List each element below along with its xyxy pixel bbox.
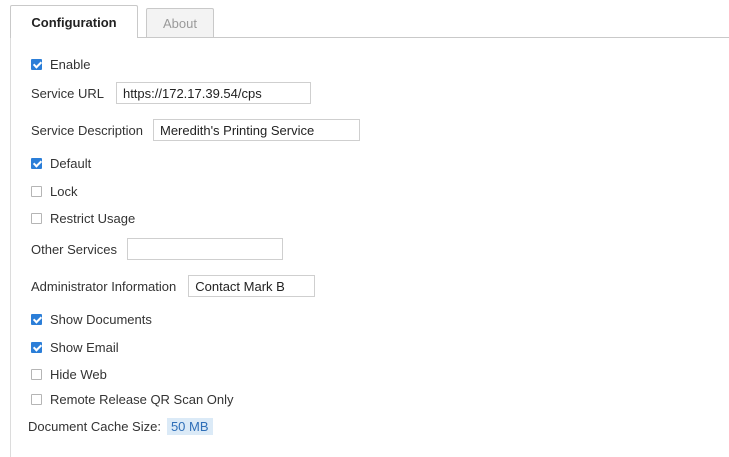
show-documents-row[interactable]: Show Documents (31, 308, 152, 330)
administrator-information-row: Administrator Information (31, 275, 316, 297)
enable-checkbox[interactable] (31, 58, 42, 70)
service-url-row: Service URL (31, 82, 311, 104)
remote-release-qr-label: Remote Release QR Scan Only (50, 391, 234, 407)
other-services-input[interactable] (126, 238, 283, 260)
show-documents-checkbox[interactable] (31, 313, 42, 325)
tab-bar: Configuration About (0, 0, 729, 38)
remote-release-qr-checkbox[interactable] (31, 393, 42, 405)
service-description-label: Service Description (31, 122, 143, 138)
show-documents-label: Show Documents (50, 311, 152, 327)
hide-web-row[interactable]: Hide Web (31, 363, 107, 385)
lock-label: Lock (50, 183, 78, 199)
service-description-row: Service Description (31, 119, 360, 141)
document-cache-size-value[interactable]: 50 MB (166, 417, 213, 435)
show-email-label: Show Email (50, 339, 119, 355)
service-description-input[interactable] (153, 119, 360, 141)
default-label: Default (50, 155, 92, 171)
other-services-row: Other Services (31, 238, 283, 260)
tab-about[interactable]: About (146, 8, 214, 37)
other-services-label: Other Services (31, 241, 117, 257)
service-url-input[interactable] (115, 82, 311, 104)
show-email-checkbox[interactable] (31, 341, 42, 353)
restrict-usage-checkbox[interactable] (31, 212, 42, 224)
administrator-information-label: Administrator Information (31, 278, 177, 294)
hide-web-label: Hide Web (50, 366, 107, 382)
tab-configuration[interactable]: Configuration (10, 5, 138, 38)
administrator-information-input[interactable] (188, 275, 316, 297)
lock-row[interactable]: Lock (31, 180, 77, 202)
restrict-usage-label: Restrict Usage (50, 210, 136, 226)
document-cache-size-label: Document Cache Size: (28, 418, 161, 434)
enable-row[interactable]: Enable (31, 53, 90, 75)
document-cache-size-row: Document Cache Size: 50 MB (28, 415, 213, 437)
lock-checkbox[interactable] (31, 185, 42, 197)
panel-left-border (10, 37, 11, 457)
remote-release-qr-row[interactable]: Remote Release QR Scan Only (31, 388, 234, 410)
default-checkbox[interactable] (31, 157, 42, 169)
default-row[interactable]: Default (31, 152, 91, 174)
enable-label: Enable (50, 56, 91, 72)
show-email-row[interactable]: Show Email (31, 336, 119, 358)
hide-web-checkbox[interactable] (31, 368, 42, 380)
service-url-label: Service URL (31, 85, 104, 101)
restrict-usage-row[interactable]: Restrict Usage (31, 207, 135, 229)
